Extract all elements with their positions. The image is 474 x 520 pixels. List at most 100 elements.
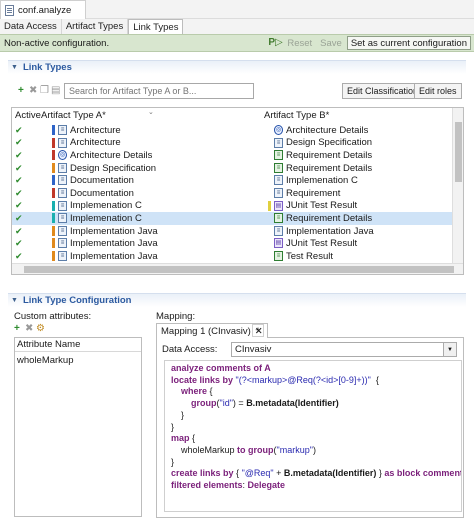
active-check-icon[interactable]: ✔ — [15, 162, 23, 175]
column-attribute-name[interactable]: Attribute Name — [15, 338, 141, 352]
color-marker — [52, 175, 55, 186]
table-row[interactable]: ✔ ≡ Implementation Java ▤ JUnit Test Result — [12, 237, 453, 250]
active-check-icon[interactable]: ✔ — [15, 149, 23, 162]
artifact-type-icon: ≡ — [274, 213, 283, 224]
tab-mapping-1[interactable]: Mapping 1 (CInvasiv) ✕ — [156, 323, 268, 338]
artifact-type-b-cell: Requirement Details — [286, 149, 373, 161]
active-check-icon[interactable]: ✔ — [15, 187, 23, 200]
editor-title: conf.analyze — [18, 4, 72, 16]
column-artifact-type-b[interactable]: Artifact Type B* — [264, 110, 329, 121]
copy-icon[interactable]: ❐ — [40, 86, 49, 96]
active-check-icon[interactable]: ✔ — [15, 124, 23, 137]
active-check-icon[interactable]: ✔ — [15, 212, 23, 225]
data-access-select[interactable]: CInvasiv ▼ — [231, 342, 457, 357]
artifact-type-icon: ≡ — [274, 188, 283, 198]
add-icon[interactable]: + — [18, 86, 24, 96]
code-token: "markup" — [276, 444, 313, 455]
artifact-type-icon: ≡ — [58, 175, 67, 186]
table-row[interactable]: ✔ ≡ Architecture ◎ Architecture Details — [12, 124, 453, 137]
link-types-section-header[interactable]: ▼ Link Types — [8, 60, 466, 74]
active-check-icon[interactable]: ✔ — [15, 174, 23, 187]
delete-attribute-icon[interactable]: ✖ — [25, 324, 33, 334]
table-row[interactable]: ✔ ≡ Implementation Java ≡ Test Result — [12, 250, 453, 263]
attribute-row[interactable]: wholeMarkup — [15, 353, 141, 367]
table-row[interactable]: ✔ ≡ Implemenation C ▤ JUnit Test Result — [12, 200, 453, 213]
artifact-type-a-cell: Design Specification — [70, 162, 157, 174]
code-token: } — [171, 409, 185, 420]
file-icon — [5, 4, 14, 16]
artifact-type-a-cell: Implementation Java — [70, 225, 158, 237]
vertical-scrollbar[interactable] — [452, 108, 463, 264]
code-token: B.metadata(Identifier) — [246, 398, 339, 409]
active-check-icon[interactable]: ✔ — [15, 237, 23, 250]
paste-icon[interactable]: ▤ — [51, 86, 60, 96]
code-token: { — [189, 433, 196, 444]
artifact-type-search-input[interactable] — [64, 83, 254, 99]
active-check-icon[interactable]: ✔ — [15, 137, 23, 150]
column-active[interactable]: Active — [15, 110, 41, 121]
active-check-icon[interactable]: ✔ — [15, 225, 23, 238]
code-token: { — [233, 468, 242, 479]
add-mapping-tab[interactable]: + — [252, 324, 264, 337]
artifact-type-a-cell: Documentation — [70, 187, 134, 199]
code-token: map — [171, 433, 190, 444]
color-marker — [52, 200, 55, 211]
artifact-type-icon: ≡ — [58, 251, 67, 261]
code-token: { — [370, 374, 379, 385]
code-line: } — [171, 457, 455, 469]
active-check-icon[interactable]: ✔ — [15, 250, 23, 263]
chevron-down-icon[interactable]: ▼ — [443, 343, 456, 356]
edit-roles-button[interactable]: Edit roles — [414, 83, 462, 99]
code-line: create links by { "@Req" + B.metadata(Id… — [171, 468, 461, 480]
status-text: Non-active configuration. — [4, 37, 110, 49]
custom-attributes-toolbar: + ✖ ⚙ — [14, 324, 54, 336]
color-marker — [52, 238, 55, 249]
tab-link-types[interactable]: Link Types — [128, 19, 184, 34]
table-row[interactable]: ✔ ≡ Documentation ≡ Implemenation C — [12, 174, 453, 187]
save-button[interactable]: Save — [317, 36, 345, 50]
scroll-thumb[interactable] — [455, 122, 462, 182]
artifact-type-icon: ≡ — [58, 137, 67, 148]
artifact-type-icon: ≡ — [274, 225, 283, 236]
table-row[interactable]: ✔ ≡ Implementation Java ≡ Implementation Jav… — [12, 225, 453, 238]
reset-button[interactable]: Reset — [284, 36, 315, 50]
horizontal-scrollbar[interactable] — [12, 263, 463, 274]
table-row[interactable]: ✔ ≡ Design Specification ≡ Requirement Detai… — [12, 162, 453, 175]
table-row[interactable]: ✔ ≡ Architecture ≡ Design Specification — [12, 137, 453, 150]
delete-icon[interactable]: ✖ — [29, 86, 37, 96]
activate-icon[interactable]: P▷ — [268, 37, 282, 49]
tab-artifact-types[interactable]: Artifact Types — [62, 19, 129, 34]
color-marker — [52, 213, 55, 224]
artifact-type-icon: ≡ — [58, 213, 67, 224]
editor-title-tab[interactable]: conf.analyze — [0, 0, 86, 19]
code-token: + — [273, 468, 284, 479]
artifact-type-b-cell: Design Specification — [286, 137, 373, 149]
artifact-type-icon: ≡ — [58, 162, 67, 173]
column-artifact-type-a[interactable]: Artifact Type A* — [41, 110, 106, 121]
attribute-wizard-icon[interactable]: ⚙ — [36, 324, 45, 334]
color-marker — [52, 162, 55, 173]
active-check-icon[interactable]: ✔ — [15, 200, 23, 213]
code-token: B.metadata(Identifier) — [283, 468, 377, 479]
artifact-type-b-cell: Implementation Java — [286, 225, 374, 237]
tab-data-access[interactable]: Data Access — [0, 19, 62, 34]
table-row[interactable]: ✔ ≡ Implemenation C ≡ Requirement Details — [12, 212, 453, 225]
code-line: } — [171, 422, 455, 434]
code-line: } — [171, 410, 455, 422]
collapse-icon[interactable]: ▼ — [11, 64, 18, 71]
collapse-icon[interactable]: ▼ — [11, 297, 18, 304]
code-token: create links by — [171, 468, 234, 479]
add-attribute-icon[interactable]: + — [14, 324, 20, 334]
mapping-code-editor[interactable]: analyze comments of Alocate links by "(?… — [164, 360, 462, 512]
color-marker — [268, 200, 271, 211]
scroll-thumb[interactable] — [24, 266, 454, 273]
table-row[interactable]: ✔ ≡ Documentation ≡ Requirement — [12, 187, 453, 200]
artifact-type-a-cell: Implemenation C — [70, 200, 142, 212]
data-access-value: CInvasiv — [235, 344, 272, 355]
table-row[interactable]: ✔ ◎ Architecture Details ≡ Requirement Detai… — [12, 149, 453, 162]
code-token: } — [171, 421, 175, 432]
link-type-configuration-section-header[interactable]: ▼ Link Type Configuration — [8, 293, 466, 307]
set-current-configuration-button[interactable]: Set as current configuration — [346, 36, 471, 50]
artifact-type-a-cell: Implementation Java — [70, 250, 158, 262]
